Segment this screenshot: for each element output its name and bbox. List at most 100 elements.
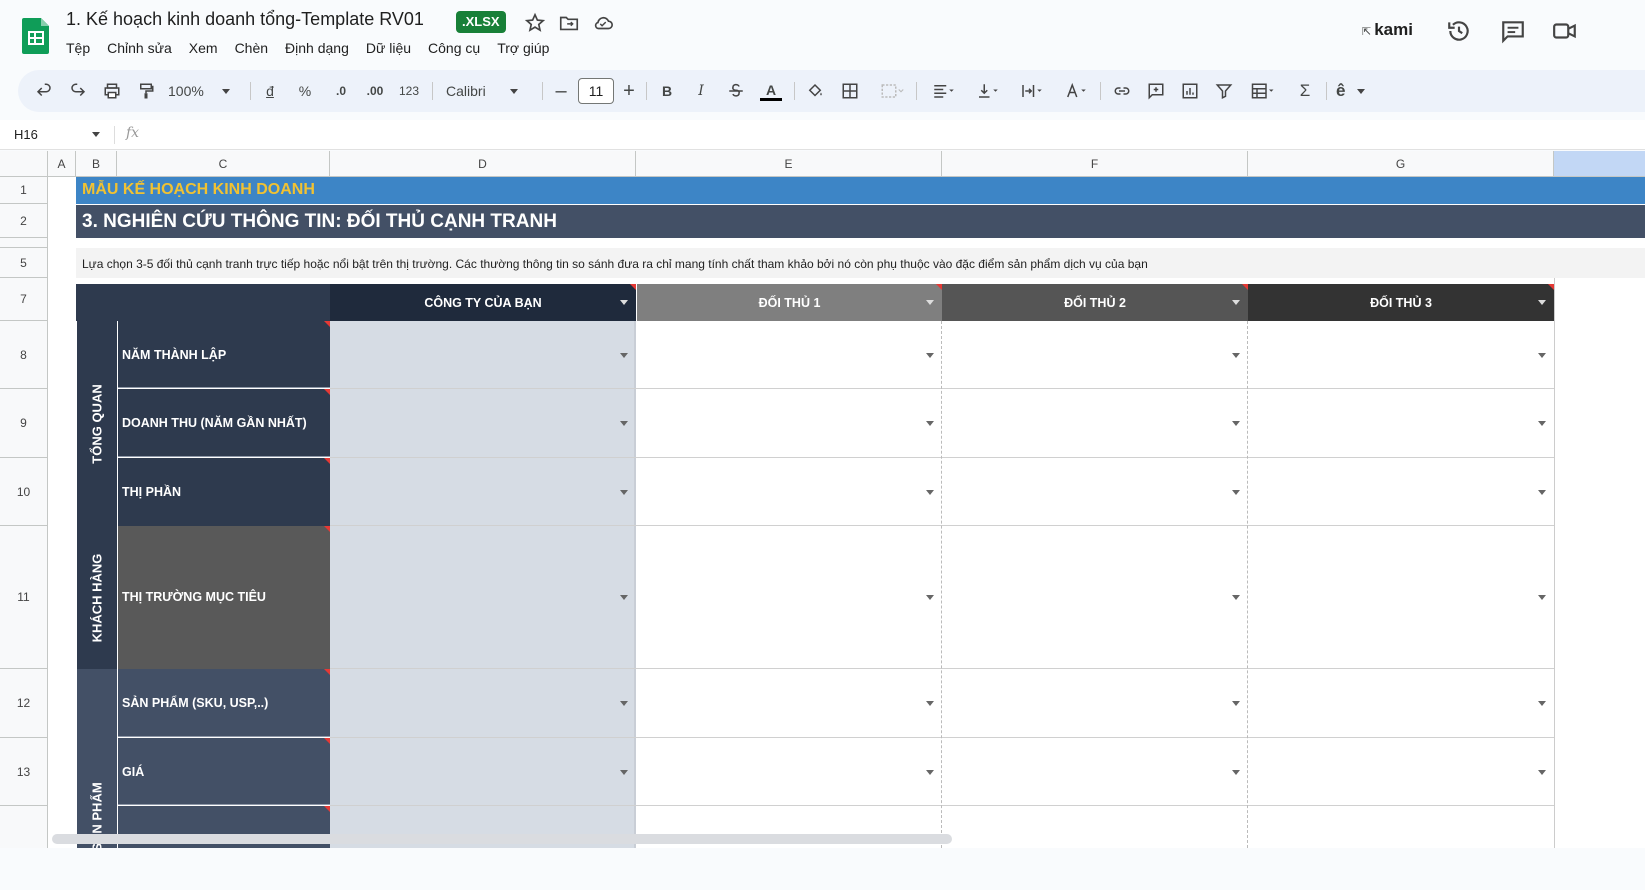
horizontal-scrollbar[interactable]	[0, 834, 1645, 890]
label-target-market[interactable]: THỊ TRƯỜNG MỤC TIÊU	[118, 526, 330, 669]
number-format-button[interactable]: 123	[396, 78, 422, 104]
percent-format-button[interactable]: %	[294, 78, 316, 104]
cell-dropdown-chevron-icon[interactable]	[1538, 421, 1546, 426]
row-header-8[interactable]: 8	[0, 321, 48, 389]
redo-icon[interactable]	[66, 78, 90, 104]
kami-extension-button[interactable]: ⇱ kami	[1362, 20, 1413, 40]
cell-dropdown-chevron-icon[interactable]	[620, 490, 628, 495]
cell-dropdown-chevron-icon[interactable]	[620, 421, 628, 426]
row-header-7[interactable]: 7	[0, 278, 48, 321]
cell-dropdown-chevron-icon[interactable]	[1232, 490, 1240, 495]
name-box[interactable]: H16	[14, 127, 38, 142]
header-competitor-3[interactable]: ĐỐI THỦ 3	[1248, 284, 1554, 321]
currency-format-button[interactable]: đ	[261, 78, 279, 104]
cell-dropdown-chevron-icon[interactable]	[1538, 353, 1546, 358]
column-header-e[interactable]: E	[636, 151, 942, 177]
decrease-decimal-button[interactable]: .0	[328, 78, 354, 104]
spreadsheet-grid[interactable]: A B C D E F G 1 2 5 7 8 9 10 11 12 13 MẪ…	[0, 151, 1645, 848]
cell-dropdown-chevron-icon[interactable]	[1232, 770, 1240, 775]
print-icon[interactable]	[100, 78, 124, 104]
move-folder-icon[interactable]	[558, 12, 580, 34]
menu-edit[interactable]: Chỉnh sửa	[107, 38, 180, 58]
group-products[interactable]: SẢN PHẨM	[77, 669, 117, 848]
scrollbar-thumb[interactable]	[52, 834, 952, 844]
font-size-input[interactable]: 11	[578, 78, 614, 104]
row-header-11[interactable]: 11	[0, 526, 48, 669]
row-header-10[interactable]: 10	[0, 458, 48, 526]
meet-icon[interactable]	[1552, 18, 1578, 44]
font-size-decrease-button[interactable]: –	[552, 78, 570, 104]
filter-icon[interactable]	[1212, 78, 1236, 104]
column-header-f[interactable]: F	[942, 151, 1248, 177]
cell-dropdown-chevron-icon[interactable]	[620, 595, 628, 600]
document-title[interactable]: 1. Kế hoạch kinh doanh tổng-Template RV0…	[66, 9, 424, 30]
row-header-hidden[interactable]	[0, 238, 48, 248]
bold-button[interactable]: B	[658, 78, 676, 104]
header-competitor-2[interactable]: ĐỐI THỦ 2	[942, 284, 1248, 321]
row-header-5[interactable]: 5	[0, 248, 48, 278]
cell-dropdown-chevron-icon[interactable]	[1232, 595, 1240, 600]
vertical-align-icon[interactable]	[970, 78, 1006, 104]
font-size-increase-button[interactable]: +	[620, 78, 638, 104]
cell-dropdown-chevron-icon[interactable]	[620, 701, 628, 706]
group-customers[interactable]: KHÁCH HÀNG	[77, 526, 117, 669]
menu-file[interactable]: Tệp	[66, 38, 98, 58]
label-year-founded[interactable]: NĂM THÀNH LẬP	[118, 321, 330, 388]
insert-chart-icon[interactable]	[1178, 78, 1202, 104]
name-box-chevron-icon[interactable]	[92, 132, 100, 137]
column-header-g[interactable]: G	[1248, 151, 1554, 177]
row-header-13[interactable]: 13	[0, 738, 48, 806]
sheets-logo-icon[interactable]	[22, 16, 50, 54]
row-header-14[interactable]	[0, 806, 48, 848]
menu-tools[interactable]: Công cụ	[428, 38, 488, 58]
label-revenue[interactable]: DOANH THU (NĂM GẦN NHẤT)	[118, 389, 330, 457]
column-header-d[interactable]: D	[330, 151, 636, 177]
cell-dropdown-chevron-icon[interactable]	[1538, 490, 1546, 495]
functions-button[interactable]: Σ	[1294, 78, 1316, 104]
section-row[interactable]: 3. NGHIÊN CỨU THÔNG TIN: ĐỐI THỦ CẠNH TR…	[76, 205, 1645, 238]
merge-cells-icon[interactable]	[874, 78, 910, 104]
header-empty-cell[interactable]	[76, 284, 330, 321]
group-overview[interactable]: TỔNG QUAN	[77, 321, 117, 526]
column-header-a[interactable]: A	[48, 151, 76, 177]
row-header-12[interactable]: 12	[0, 669, 48, 738]
text-color-button[interactable]: A	[758, 78, 784, 104]
text-wrapping-icon[interactable]	[1014, 78, 1050, 104]
cell-dropdown-chevron-icon[interactable]	[1232, 421, 1240, 426]
label-market-share[interactable]: THỊ PHẦN	[118, 458, 330, 526]
cell-dropdown-chevron-icon[interactable]	[1538, 595, 1546, 600]
row-header-1[interactable]: 1	[0, 177, 48, 204]
select-all-corner[interactable]	[0, 151, 48, 177]
increase-decimal-button[interactable]: .00	[362, 78, 388, 104]
header-competitor-1[interactable]: ĐỐI THỦ 1	[637, 284, 942, 321]
column-header-c[interactable]: C	[117, 151, 330, 177]
cell-dropdown-chevron-icon[interactable]	[620, 353, 628, 358]
version-history-icon[interactable]	[1446, 18, 1472, 44]
label-products[interactable]: SẢN PHẨM (SKU, USP,..)	[118, 669, 330, 737]
fill-color-icon[interactable]	[804, 78, 826, 104]
menu-insert[interactable]: Chèn	[235, 38, 276, 58]
insert-link-icon[interactable]	[1110, 78, 1134, 104]
column-h-cells[interactable]	[1554, 278, 1645, 848]
cell-dropdown-chevron-icon[interactable]	[1538, 701, 1546, 706]
label-price[interactable]: GIÁ	[118, 738, 330, 805]
input-tools-button[interactable]: ê	[1336, 78, 1376, 104]
menu-help[interactable]: Trợ giúp	[497, 38, 557, 58]
undo-icon[interactable]	[32, 78, 56, 104]
column-header-next[interactable]	[1554, 151, 1645, 177]
borders-icon[interactable]	[838, 78, 862, 104]
font-family-select[interactable]: Calibri	[446, 78, 530, 104]
cell-dropdown-chevron-icon[interactable]	[620, 770, 628, 775]
italic-button[interactable]: I	[692, 78, 710, 104]
cell-dropdown-chevron-icon[interactable]	[926, 770, 934, 775]
cell-dropdown-chevron-icon[interactable]	[1232, 353, 1240, 358]
horizontal-align-icon[interactable]	[926, 78, 962, 104]
row-header-2[interactable]: 2	[0, 204, 48, 238]
description-row[interactable]: Lựa chọn 3-5 đối thủ cạnh tranh trực tiế…	[76, 248, 1645, 278]
your-company-column[interactable]	[330, 321, 636, 848]
menu-view[interactable]: Xem	[189, 38, 226, 58]
cell-dropdown-chevron-icon[interactable]	[1538, 770, 1546, 775]
filter-views-icon[interactable]	[1244, 78, 1282, 104]
menu-format[interactable]: Định dạng	[285, 38, 357, 58]
zoom-select[interactable]: 100%	[168, 78, 238, 104]
